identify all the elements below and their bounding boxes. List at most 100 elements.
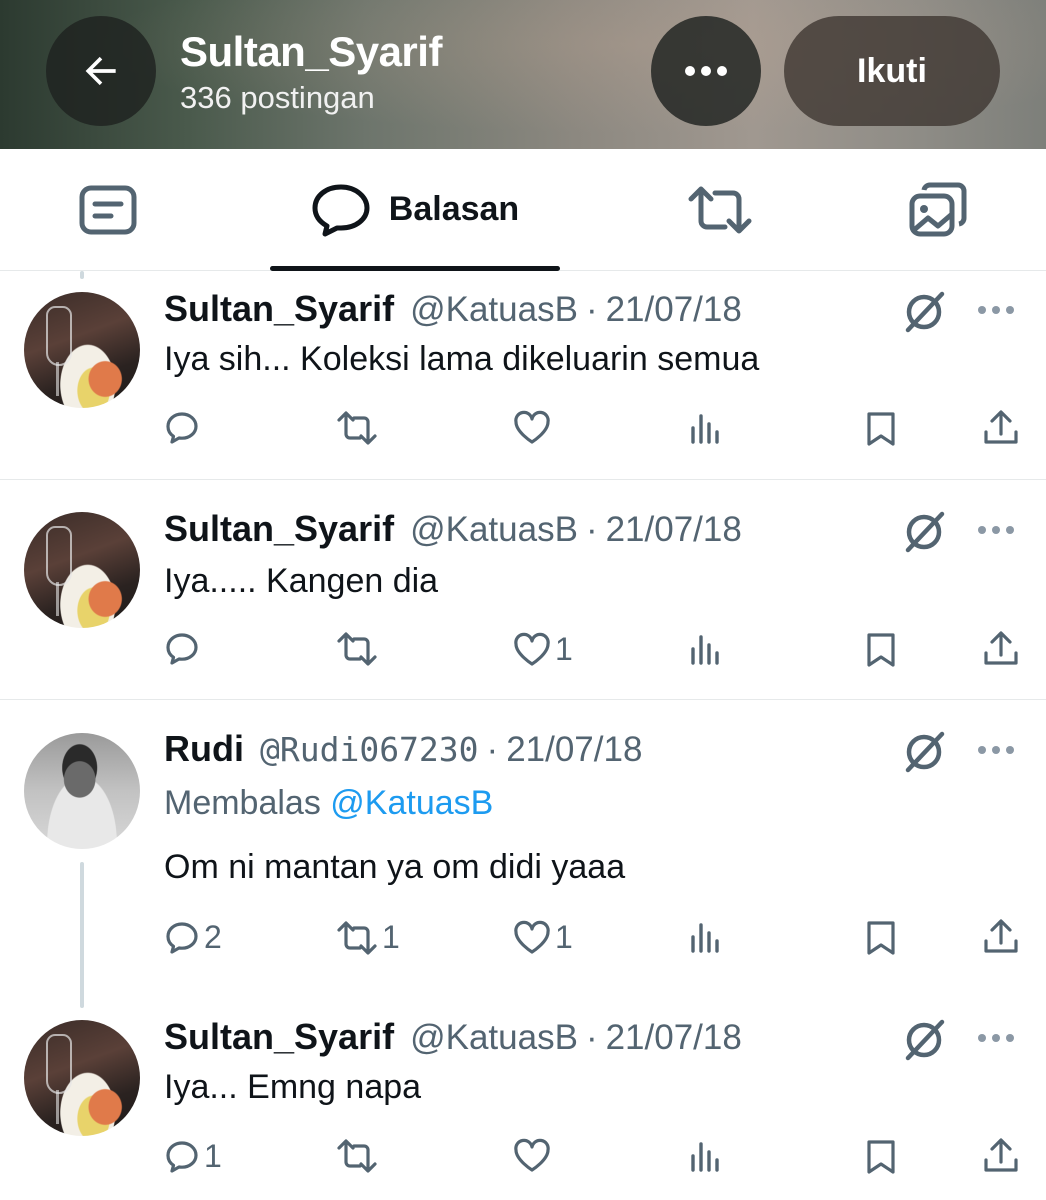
views-icon xyxy=(691,1142,719,1172)
post-item[interactable]: Sultan_Syarif @KatuasB · 21/07/18 Iya...… xyxy=(0,480,1046,699)
like-button[interactable]: 1 xyxy=(513,631,573,668)
more-dots-icon[interactable] xyxy=(976,1031,1016,1045)
heart-icon xyxy=(514,920,550,954)
avatar[interactable] xyxy=(24,512,140,628)
repost-button[interactable] xyxy=(336,410,382,446)
share-button[interactable] xyxy=(982,917,1020,957)
repost-button[interactable]: 1 xyxy=(336,919,400,956)
views-button[interactable] xyxy=(690,1140,722,1174)
reply-count: 1 xyxy=(204,1138,222,1174)
author-handle[interactable]: @KatuasB xyxy=(410,290,578,330)
heart-icon xyxy=(514,410,550,444)
repost-icon xyxy=(337,920,377,955)
bookmark-button[interactable] xyxy=(864,919,898,957)
back-button[interactable] xyxy=(46,16,156,126)
post-date[interactable]: 21/07/18 xyxy=(606,1018,742,1058)
like-count: 1 xyxy=(555,631,573,667)
share-icon xyxy=(984,410,1018,444)
post-date[interactable]: 21/07/18 xyxy=(606,510,742,550)
profile-header-banner: Sultan_Syarif 336 postingan Ikuti xyxy=(0,0,1046,149)
grok-icon[interactable] xyxy=(902,290,946,334)
post-item[interactable]: Sultan_Syarif @KatuasB · 21/07/18 Iya si… xyxy=(0,272,1046,479)
replying-to: Membalas @KatuasB xyxy=(164,784,493,823)
like-count: 1 xyxy=(555,919,573,955)
tab-posts[interactable] xyxy=(40,149,176,270)
bookmark-button[interactable] xyxy=(864,631,898,669)
post-text: Iya... Emng napa xyxy=(164,1068,422,1106)
separator-dot: · xyxy=(585,510,598,549)
views-button[interactable] xyxy=(690,412,722,446)
grok-icon[interactable] xyxy=(902,510,946,554)
reply-button[interactable] xyxy=(164,631,204,667)
post-meta: Sultan_Syarif @KatuasB · 21/07/18 xyxy=(164,1016,742,1058)
post-text: Iya..... Kangen dia xyxy=(164,562,439,600)
views-icon xyxy=(691,414,719,444)
avatar[interactable] xyxy=(24,1020,140,1136)
heart-icon xyxy=(514,1138,550,1172)
more-dots-icon[interactable] xyxy=(976,523,1016,537)
separator-dot: · xyxy=(585,1018,598,1057)
avatar[interactable] xyxy=(24,733,140,849)
heart-icon xyxy=(514,632,550,666)
more-dots-icon[interactable] xyxy=(976,743,1016,757)
more-dots-icon[interactable] xyxy=(976,303,1016,317)
tab-reposts[interactable] xyxy=(650,149,790,270)
post-meta: Sultan_Syarif @KatuasB · 21/07/18 xyxy=(164,288,742,330)
post-text: Om ni mantan ya om didi yaaa xyxy=(164,848,626,886)
author-handle[interactable]: @KatuasB xyxy=(410,1018,578,1058)
separator-dot: · xyxy=(486,730,499,769)
post-date[interactable]: 21/07/18 xyxy=(606,290,742,330)
reply-button[interactable]: 1 xyxy=(164,1138,222,1175)
tab-replies-label: Balasan xyxy=(388,190,520,228)
tab-media[interactable] xyxy=(870,149,1006,270)
bookmark-icon xyxy=(867,921,895,955)
reply-count: 2 xyxy=(204,919,222,955)
post-count: 336 postingan xyxy=(180,80,375,115)
profile-tabs: Balasan xyxy=(0,149,1046,271)
tab-replies[interactable]: Balasan xyxy=(270,149,560,270)
views-button[interactable] xyxy=(690,633,722,667)
repost-button[interactable] xyxy=(336,631,382,667)
replying-to-label: Membalas xyxy=(164,784,321,822)
repost-count: 1 xyxy=(382,919,400,955)
like-button[interactable] xyxy=(513,1138,555,1174)
posts-tab-icon xyxy=(79,185,137,234)
views-button[interactable] xyxy=(690,921,722,955)
share-icon xyxy=(984,1138,1018,1172)
post-item[interactable]: Rudi @Rudi067230 · 21/07/18 Membalas @Ka… xyxy=(0,700,1046,1000)
reply-button[interactable]: 2 xyxy=(164,919,222,956)
avatar[interactable] xyxy=(24,292,140,408)
like-button[interactable]: 1 xyxy=(513,919,573,956)
grok-icon[interactable] xyxy=(902,730,946,774)
author-handle[interactable]: @Rudi067230 xyxy=(260,730,479,769)
post-item[interactable]: Sultan_Syarif @KatuasB · 21/07/18 Iya...… xyxy=(0,1000,1046,1200)
views-icon xyxy=(691,923,719,953)
arrow-left-icon xyxy=(85,56,116,86)
bookmark-button[interactable] xyxy=(864,1138,898,1176)
share-button[interactable] xyxy=(982,1136,1020,1176)
share-button[interactable] xyxy=(982,629,1020,669)
grok-icon[interactable] xyxy=(902,1018,946,1062)
reply-icon xyxy=(166,412,198,444)
views-icon xyxy=(691,635,719,665)
author-name[interactable]: Rudi xyxy=(164,728,244,770)
author-name[interactable]: Sultan_Syarif xyxy=(164,508,394,550)
repost-icon xyxy=(688,186,752,233)
reply-button[interactable] xyxy=(164,410,204,446)
more-options-button[interactable] xyxy=(651,16,761,126)
author-handle[interactable]: @KatuasB xyxy=(410,510,578,550)
repost-button[interactable] xyxy=(336,1138,382,1174)
replying-to-mention[interactable]: @KatuasB xyxy=(330,784,493,822)
separator-dot: · xyxy=(585,290,598,329)
bookmark-button[interactable] xyxy=(864,410,898,448)
post-date[interactable]: 21/07/18 xyxy=(506,730,642,770)
share-button[interactable] xyxy=(982,408,1020,448)
reply-icon xyxy=(166,921,198,954)
like-button[interactable] xyxy=(513,410,555,446)
author-name[interactable]: Sultan_Syarif xyxy=(164,1016,394,1058)
post-text: Iya sih... Koleksi lama dikeluarin semua xyxy=(164,340,760,378)
repost-icon xyxy=(337,632,377,666)
author-name[interactable]: Sultan_Syarif xyxy=(164,288,394,330)
follow-button[interactable]: Ikuti xyxy=(784,16,1000,126)
bookmark-icon xyxy=(867,412,895,446)
